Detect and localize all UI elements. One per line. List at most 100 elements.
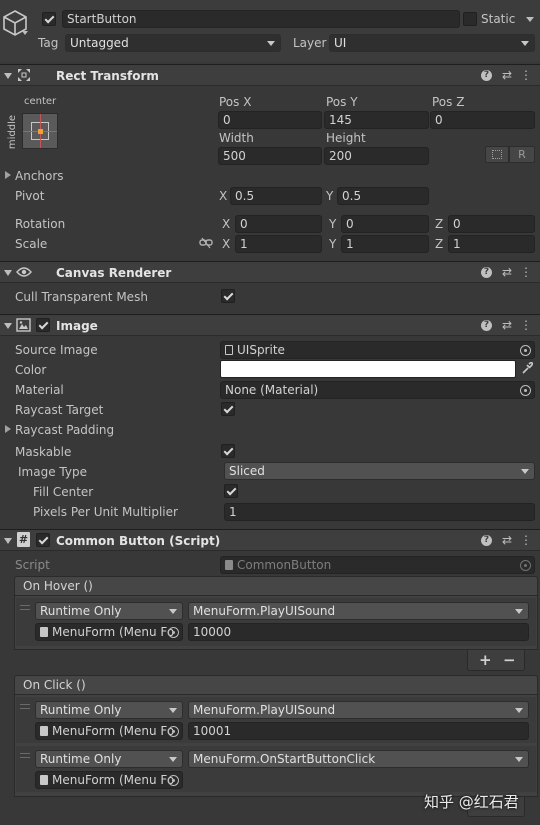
tag-dropdown[interactable]: Untagged bbox=[65, 34, 281, 52]
scale-z-field[interactable]: 1 bbox=[448, 235, 535, 253]
common-button-header[interactable]: # Common Button (Script) ? ⇄ ⋮ bbox=[0, 529, 540, 551]
on-hover-header: On Hover () bbox=[14, 576, 538, 596]
raycast-padding-foldout-icon[interactable] bbox=[5, 425, 11, 433]
raw-edit-button[interactable]: R bbox=[509, 146, 535, 163]
foldout-arrow-icon[interactable] bbox=[4, 323, 12, 329]
material-value: None (Material) bbox=[225, 383, 319, 397]
target-object-field[interactable]: MenuForm (Menu Fo bbox=[35, 771, 183, 789]
runtime-mode-dropdown[interactable]: Runtime Only bbox=[35, 701, 183, 719]
rotation-y-axis: Y bbox=[329, 217, 337, 231]
tag-label: Tag bbox=[38, 36, 59, 50]
raycast-padding-label[interactable]: Raycast Padding bbox=[15, 422, 114, 438]
presets-icon[interactable]: ⇄ bbox=[500, 533, 514, 547]
gameobject-name-field[interactable]: StartButton bbox=[62, 10, 460, 28]
object-picker-icon[interactable] bbox=[520, 345, 531, 356]
rotation-y-field[interactable]: 0 bbox=[341, 215, 429, 233]
cube-dropdown-arrow-icon[interactable] bbox=[22, 31, 28, 35]
chevron-down-icon bbox=[169, 609, 177, 614]
target-object-field[interactable]: MenuForm (Menu Fo bbox=[35, 722, 183, 740]
layer-dropdown[interactable]: UI bbox=[329, 34, 535, 52]
help-icon[interactable]: ? bbox=[481, 267, 492, 278]
target-object-value: MenuForm (Menu Fo bbox=[52, 625, 175, 639]
color-swatch[interactable] bbox=[220, 360, 516, 378]
fill-center-checkbox[interactable] bbox=[224, 484, 238, 498]
object-picker-icon[interactable] bbox=[168, 775, 179, 786]
kebab-menu-icon[interactable]: ⋮ bbox=[519, 318, 533, 332]
raycast-target-checkbox[interactable] bbox=[221, 402, 235, 416]
presets-icon[interactable]: ⇄ bbox=[500, 68, 514, 82]
component-title: Rect Transform bbox=[56, 69, 159, 83]
on-click-header: On Click () bbox=[14, 675, 538, 695]
scale-x-field[interactable]: 1 bbox=[235, 235, 322, 253]
help-icon[interactable]: ? bbox=[481, 320, 492, 331]
target-object-value: MenuForm (Menu Fo bbox=[52, 724, 175, 738]
maskable-checkbox[interactable] bbox=[221, 444, 235, 458]
cull-checkbox[interactable] bbox=[221, 289, 235, 303]
runtime-mode-dropdown[interactable]: Runtime Only bbox=[35, 750, 183, 768]
anchors-foldout-icon[interactable] bbox=[5, 171, 11, 179]
scale-label: Scale bbox=[15, 237, 48, 251]
function-dropdown[interactable]: MenuForm.PlayUISound bbox=[188, 701, 529, 719]
common-button-enabled-checkbox[interactable] bbox=[36, 533, 50, 547]
help-icon[interactable]: ? bbox=[481, 70, 492, 81]
height-field[interactable]: 200 bbox=[324, 147, 429, 165]
blueprint-mode-button[interactable] bbox=[485, 146, 509, 163]
sprite-icon bbox=[225, 345, 233, 355]
help-icon[interactable]: ? bbox=[481, 535, 492, 546]
anchors-label[interactable]: Anchors bbox=[15, 168, 64, 184]
presets-icon[interactable]: ⇄ bbox=[500, 318, 514, 332]
drag-handle-icon[interactable] bbox=[20, 753, 30, 758]
remove-entry-button[interactable]: − bbox=[503, 652, 516, 668]
pos-y-label: Pos Y bbox=[326, 95, 358, 109]
material-field[interactable]: None (Material) bbox=[220, 381, 535, 399]
object-picker-icon[interactable] bbox=[168, 627, 179, 638]
on-hover-title: On Hover () bbox=[23, 579, 93, 593]
chevron-down-icon bbox=[515, 757, 523, 762]
rotation-x-field[interactable]: 0 bbox=[235, 215, 322, 233]
rect-transform-header[interactable]: Rect Transform ? ⇄ ⋮ bbox=[0, 64, 540, 86]
kebab-menu-icon[interactable]: ⋮ bbox=[519, 265, 533, 279]
argument-field[interactable]: 10001 bbox=[188, 722, 529, 740]
canvas-renderer-header[interactable]: Canvas Renderer ? ⇄ ⋮ bbox=[0, 261, 540, 283]
presets-icon[interactable]: ⇄ bbox=[500, 265, 514, 279]
raycast-target-label: Raycast Target bbox=[15, 403, 104, 417]
on-click-entry: Runtime Only MenuForm.OnStartButtonClick… bbox=[16, 746, 536, 792]
pos-z-field[interactable]: 0 bbox=[430, 111, 535, 129]
chevron-down-icon bbox=[515, 708, 523, 713]
function-dropdown[interactable]: MenuForm.PlayUISound bbox=[188, 602, 529, 620]
pivot-x-field[interactable]: 0.5 bbox=[230, 187, 322, 205]
anchor-presets-button[interactable] bbox=[22, 113, 58, 149]
eyedropper-icon[interactable] bbox=[521, 362, 533, 375]
function-dropdown[interactable]: MenuForm.OnStartButtonClick bbox=[188, 750, 529, 768]
image-enabled-checkbox[interactable] bbox=[36, 318, 50, 332]
link-icon[interactable] bbox=[199, 237, 213, 249]
argument-field[interactable]: 10000 bbox=[188, 623, 529, 641]
foldout-arrow-icon[interactable] bbox=[4, 538, 12, 544]
add-entry-button[interactable]: + bbox=[479, 652, 492, 668]
kebab-menu-icon[interactable]: ⋮ bbox=[519, 533, 533, 547]
ppu-field[interactable]: 1 bbox=[224, 503, 535, 521]
object-picker-icon[interactable] bbox=[168, 726, 179, 737]
drag-handle-icon[interactable] bbox=[20, 605, 30, 610]
pivot-y-field[interactable]: 0.5 bbox=[337, 187, 429, 205]
kebab-menu-icon[interactable]: ⋮ bbox=[519, 68, 533, 82]
active-checkbox[interactable] bbox=[42, 12, 56, 26]
image-type-dropdown[interactable]: Sliced bbox=[224, 462, 535, 480]
ppu-label: Pixels Per Unit Multiplier bbox=[33, 505, 178, 519]
pos-x-field[interactable]: 0 bbox=[218, 111, 322, 129]
pos-y-field[interactable]: 145 bbox=[324, 111, 429, 129]
static-dropdown-arrow-icon[interactable] bbox=[526, 17, 534, 22]
foldout-arrow-icon[interactable] bbox=[4, 270, 12, 276]
object-picker-icon[interactable] bbox=[520, 385, 531, 396]
foldout-arrow-icon[interactable] bbox=[4, 73, 12, 79]
target-object-field[interactable]: MenuForm (Menu Fo bbox=[35, 623, 183, 641]
chevron-down-icon bbox=[521, 41, 529, 46]
source-image-field[interactable]: UISprite bbox=[220, 341, 535, 359]
scale-y-field[interactable]: 1 bbox=[341, 235, 429, 253]
width-field[interactable]: 500 bbox=[218, 147, 322, 165]
image-header[interactable]: Image ? ⇄ ⋮ bbox=[0, 314, 540, 336]
drag-handle-icon[interactable] bbox=[20, 704, 30, 709]
rotation-z-field[interactable]: 0 bbox=[448, 215, 535, 233]
static-checkbox[interactable] bbox=[463, 12, 477, 26]
runtime-mode-dropdown[interactable]: Runtime Only bbox=[35, 602, 183, 620]
